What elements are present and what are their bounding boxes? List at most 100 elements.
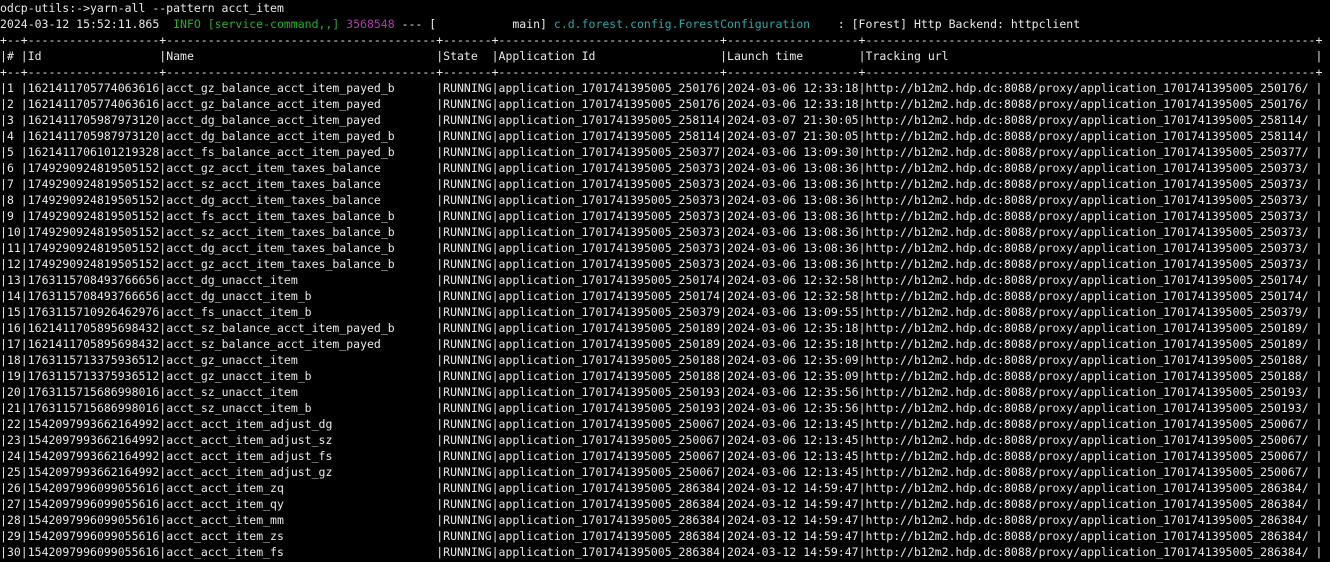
table-row: |7|1749290924819505152|acct_sz_acct_item… (0, 176, 1330, 192)
cell-tracking-url: http://b12m2.hdp.dc:8088/proxy/applicati… (866, 208, 1316, 224)
cell-name: acct_sz_acct_item_taxes_balance_b (166, 224, 436, 240)
cell-id: 1542097996099055616 (28, 496, 160, 512)
cell-state: RUNNING (443, 320, 491, 336)
cell-app-id: application_1701741395005_250189 (499, 336, 721, 352)
table-row: |27|1542097996099055616|acct_acct_item_q… (0, 496, 1330, 512)
cell-app-id: application_1701741395005_250188 (499, 368, 721, 384)
column-divider: | (21, 385, 28, 399)
column-divider: | (21, 433, 28, 447)
cell-id: 1763115710926462976 (28, 304, 160, 320)
cell-state: RUNNING (443, 128, 491, 144)
column-divider: | (159, 257, 166, 271)
column-divider: | (720, 465, 727, 479)
column-divider: | (21, 145, 28, 159)
cell-tracking-url: http://b12m2.hdp.dc:8088/proxy/applicati… (866, 400, 1316, 416)
cell-state: RUNNING (443, 256, 491, 272)
column-divider: | (21, 529, 28, 543)
table-row: |20|1763115715686998016|acct_sz_unacct_i… (0, 384, 1330, 400)
table-row: |24|1542097993662164992|acct_acct_item_a… (0, 448, 1330, 464)
column-divider: | (21, 49, 28, 63)
cell-launch-time: 2024-03-06 13:09:55 (727, 304, 859, 320)
table-row: |4|1621411705987973120|acct_dg_balance_a… (0, 128, 1330, 144)
column-divider: | (492, 497, 499, 511)
cell-state: RUNNING (443, 464, 491, 480)
column-divider: | (0, 273, 7, 287)
cell-name: acct_dg_unacct_item (166, 272, 436, 288)
column-divider: | (0, 145, 7, 159)
cell-num: 10 (7, 224, 21, 240)
cell-tracking-url: http://b12m2.hdp.dc:8088/proxy/applicati… (866, 304, 1316, 320)
column-divider: | (0, 241, 7, 255)
cell-num: 27 (7, 496, 21, 512)
column-divider: | (436, 417, 443, 431)
cell-app-id: application_1701741395005_250193 (499, 384, 721, 400)
column-divider: | (1316, 321, 1323, 335)
cell-name: acct_acct_item_fs (166, 544, 436, 560)
column-divider: | (720, 257, 727, 271)
column-divider: | (720, 49, 727, 63)
column-divider: | (436, 273, 443, 287)
cell-app-id: application_1701741395005_286384 (499, 496, 721, 512)
table-row: |2|1621411705774063616|acct_gz_balance_a… (0, 96, 1330, 112)
cell-tracking-url: http://b12m2.hdp.dc:8088/proxy/applicati… (866, 432, 1316, 448)
cell-app-id: application_1701741395005_258114 (499, 128, 721, 144)
column-divider: | (720, 225, 727, 239)
column-divider: | (859, 449, 866, 463)
cell-state: RUNNING (443, 160, 491, 176)
column-divider: | (859, 289, 866, 303)
column-divider: | (1316, 289, 1323, 303)
column-divider: | (492, 273, 499, 287)
column-divider: | (859, 513, 866, 527)
cell-state: RUNNING (443, 96, 491, 112)
column-divider: | (859, 81, 866, 95)
cell-name: acct_fs_unacct_item_b (166, 304, 436, 320)
column-divider: | (1316, 129, 1323, 143)
cell-id: 1542097996099055616 (28, 544, 160, 560)
column-divider: | (492, 305, 499, 319)
table-row: |29|1542097996099055616|acct_acct_item_z… (0, 528, 1330, 544)
cell-state: RUNNING (443, 400, 491, 416)
cell-state: RUNNING (443, 416, 491, 432)
cell-app-id: application_1701741395005_250193 (499, 400, 721, 416)
cell-id: 1749290924819505152 (28, 208, 160, 224)
terminal-screen[interactable]: odcp-utils:->yarn-all --pattern acct_ite… (0, 0, 1330, 562)
cell-launch-time: 2024-03-06 12:35:56 (727, 384, 859, 400)
cell-launch-time: 2024-03-12 14:59:47 (727, 480, 859, 496)
cell-tracking-url: http://b12m2.hdp.dc:8088/proxy/applicati… (866, 336, 1316, 352)
column-divider: | (159, 209, 166, 223)
cell-state: RUNNING (443, 208, 491, 224)
cell-id: 1542097993662164992 (28, 416, 160, 432)
cell-state: RUNNING (443, 448, 491, 464)
cell-id: 1763115715686998016 (28, 400, 160, 416)
cell-launch-time: 2024-03-06 12:33:18 (727, 80, 859, 96)
cell-state: RUNNING (443, 240, 491, 256)
cell-id: 1621411705987973120 (28, 112, 160, 128)
cell-launch-time: 2024-03-07 21:30:05 (727, 128, 859, 144)
column-divider: | (159, 145, 166, 159)
column-divider: | (159, 337, 166, 351)
column-divider: | (492, 225, 499, 239)
column-divider: | (436, 161, 443, 175)
cell-launch-time: 2024-03-06 12:32:58 (727, 272, 859, 288)
col-header-tracking-url: Tracking url (866, 48, 1316, 64)
column-divider: | (1316, 353, 1323, 367)
column-divider: | (720, 145, 727, 159)
shell-prompt-command: odcp-utils:->yarn-all --pattern acct_ite… (0, 1, 284, 15)
cell-name: acct_dg_balance_acct_item_payed_b (166, 128, 436, 144)
cell-launch-time: 2024-03-06 12:35:18 (727, 336, 859, 352)
column-divider: | (436, 145, 443, 159)
column-divider: | (1316, 481, 1323, 495)
column-divider: | (159, 481, 166, 495)
column-divider: | (21, 209, 28, 223)
column-divider: | (159, 161, 166, 175)
cell-launch-time: 2024-03-12 14:59:47 (727, 512, 859, 528)
column-divider: | (492, 257, 499, 271)
column-divider: | (436, 465, 443, 479)
column-divider: | (436, 449, 443, 463)
column-divider: | (0, 369, 7, 383)
column-divider: | (436, 289, 443, 303)
column-divider: | (21, 273, 28, 287)
column-divider: | (859, 529, 866, 543)
cell-app-id: application_1701741395005_250189 (499, 320, 721, 336)
column-divider: | (1316, 49, 1323, 63)
